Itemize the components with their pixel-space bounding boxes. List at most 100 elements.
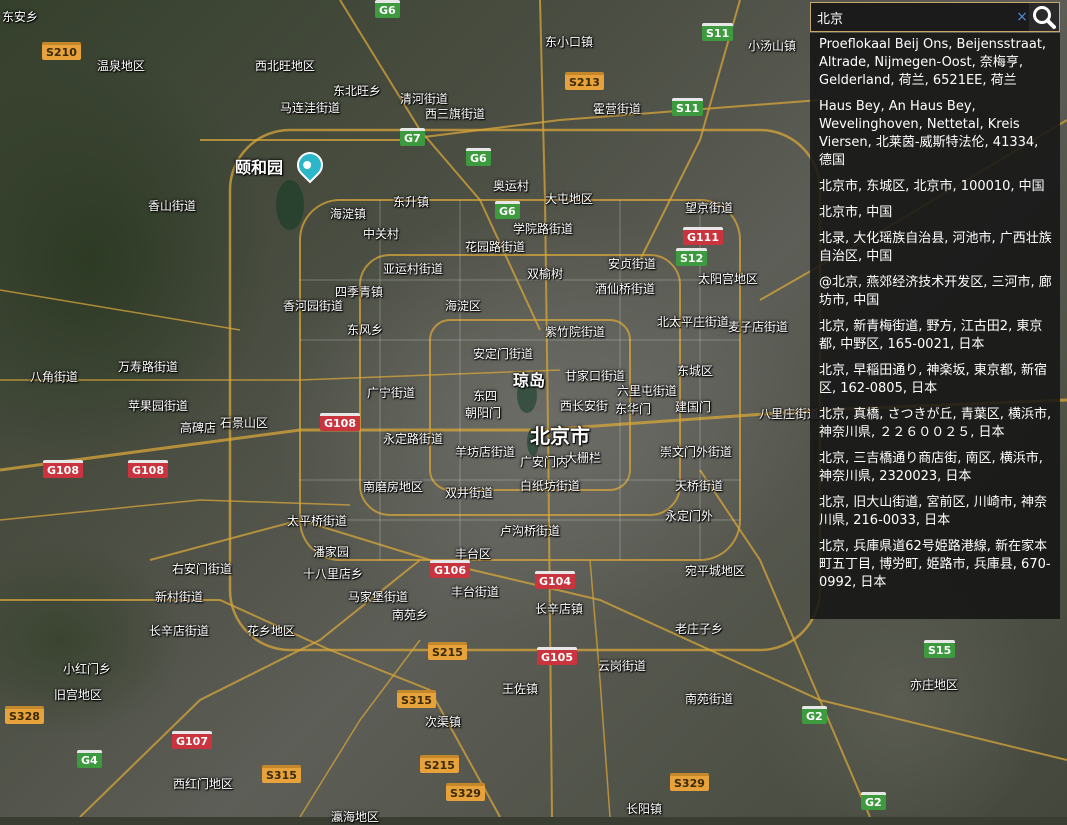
place-label: 羊坊店街道	[455, 445, 516, 459]
search-result-item[interactable]: 北京, 早稲田通り, 神楽坂, 東京都, 新宿区, 162-0805, 日本	[810, 359, 1060, 403]
place-label: 四季青镇	[335, 285, 384, 299]
place-label: 霍营街道	[593, 102, 642, 116]
place-label: 西红门地区	[173, 777, 234, 791]
place-label: 安贞街道	[608, 257, 657, 271]
road-shield: S213	[565, 72, 604, 90]
road-shield: S11	[672, 98, 704, 116]
place-label: 老庄子乡	[675, 622, 724, 636]
road-shield: G107	[172, 731, 212, 749]
road-shield: G6	[495, 201, 520, 219]
search-icon	[1033, 6, 1056, 29]
place-label: 酒仙桥街道	[595, 282, 656, 296]
clear-icon[interactable]: ×	[1015, 9, 1029, 25]
search-result-item[interactable]: 北京, 三吉橋通り商店街, 南区, 横浜市, 神奈川県, 2320023, 日本	[810, 447, 1060, 491]
road-shield: S12	[676, 248, 708, 266]
search-result-item[interactable]: @北京, 燕郊经济技术开发区, 三河市, 廊坊市, 中国	[810, 271, 1060, 315]
search-result-item[interactable]: 北京, 旧大山街道, 宮前区, 川崎市, 神奈川県, 216-0033, 日本	[810, 491, 1060, 535]
search-results-list: Proeflokaal Beij Ons, Beijensstraat, Alt…	[810, 33, 1060, 619]
search-result-item[interactable]: 北京市, 中国	[810, 201, 1060, 227]
place-label: 东四	[473, 389, 498, 403]
place-label: 海淀区	[445, 299, 482, 313]
road-shield: S329	[446, 783, 485, 801]
place-label: 西长安街	[560, 399, 609, 413]
place-label: 紫竹院街道	[545, 325, 606, 339]
place-label: 东小口镇	[545, 35, 594, 49]
search-box: ×	[810, 2, 1060, 32]
road-shield: G108	[128, 460, 168, 478]
road-shield: S315	[262, 765, 301, 783]
place-label: 潘家园	[313, 545, 350, 559]
place-label: 马连洼街道	[280, 101, 341, 115]
place-label: 学院路街道	[513, 222, 574, 236]
place-label: 马家堡街道	[348, 590, 409, 604]
place-label: 亦庄地区	[910, 678, 959, 692]
search-result-item[interactable]: Proeflokaal Beij Ons, Beijensstraat, Alt…	[810, 33, 1060, 95]
place-label: 海淀镇	[330, 207, 367, 221]
place-label: 高碑店	[180, 421, 217, 435]
search-input[interactable]	[813, 5, 1021, 29]
place-label: 小汤山镇	[748, 39, 797, 53]
road-shield: S11	[702, 23, 734, 41]
road-shield: S210	[42, 42, 81, 60]
place-label: 十八里店乡	[303, 567, 364, 581]
place-label: 丰台街道	[451, 585, 500, 599]
search-result-item[interactable]: 北京, 新青梅街道, 野方, 江古田2, 東京都, 中野区, 165-0021,…	[810, 315, 1060, 359]
road-shield: G7	[400, 128, 425, 146]
road-shield: S215	[428, 642, 467, 660]
place-label: 永定门外	[665, 509, 714, 523]
place-label: 甘家口街道	[565, 369, 626, 383]
place-label: 建国门	[675, 400, 712, 414]
poi-label[interactable]: 颐和园	[235, 154, 283, 178]
place-label: 北太平庄街道	[657, 315, 730, 329]
search-result-item[interactable]: 北录, 大化瑶族自治县, 河池市, 广西壮族自治区, 中国	[810, 227, 1060, 271]
place-label: 长辛店街道	[149, 624, 210, 638]
place-label: 东北旺乡	[333, 84, 382, 98]
road-shield: S315	[397, 690, 436, 708]
place-label: 南苑街道	[685, 692, 734, 706]
road-shield: G6	[466, 148, 491, 166]
place-label: 卢沟桥街道	[500, 524, 561, 538]
place-label: 长辛店镇	[535, 602, 584, 616]
place-label: 奥运村	[493, 179, 530, 193]
place-label: 崇文门外街道	[660, 445, 733, 459]
search-result-item[interactable]: 北京, 兵庫県道62号姫路港線, 新在家本町五丁目, 博労町, 姫路市, 兵庫县…	[810, 535, 1060, 597]
search-button[interactable]	[1029, 3, 1059, 31]
place-label: 东城区	[677, 364, 714, 378]
place-label: 天桥街道	[675, 479, 724, 493]
place-label: 香河园街道	[283, 299, 344, 313]
place-label: 花园路街道	[465, 240, 526, 254]
place-label: 南磨房地区	[363, 480, 424, 494]
place-label: 望京街道	[685, 201, 734, 215]
place-label: 石景山区	[220, 416, 269, 430]
place-label: 万寿路街道	[118, 360, 179, 374]
place-label: 西北旺地区	[255, 59, 316, 73]
road-shield: G111	[683, 227, 723, 245]
place-label: 白纸坊街道	[520, 479, 581, 493]
place-label: 宛平城地区	[685, 564, 746, 578]
place-label: 麦子店街道	[728, 320, 789, 334]
place-label: 新村街道	[155, 590, 204, 604]
road-shield: G4	[77, 750, 102, 768]
place-label: 朝阳门	[465, 406, 502, 420]
place-label: 双榆树	[527, 267, 564, 281]
place-label: 苹果园街道	[128, 399, 189, 413]
place-label: 太阳宫地区	[698, 272, 759, 286]
road-shield: S329	[670, 773, 709, 791]
road-shield: G2	[802, 706, 827, 724]
road-shield: G108	[43, 460, 83, 478]
place-label: 中关村	[363, 227, 400, 241]
place-label: 太平桥街道	[287, 514, 348, 528]
city-label: 北京市	[530, 424, 590, 448]
place-label: 花乡地区	[247, 624, 296, 638]
search-result-item[interactable]: Haus Bey, An Haus Bey, Wevelinghoven, Ne…	[810, 95, 1060, 175]
place-label: 香山街道	[148, 199, 197, 213]
place-label: 广安门内	[520, 455, 569, 469]
place-label: 双井街道	[445, 486, 494, 500]
search-result-item[interactable]: 北京市, 东城区, 北京市, 100010, 中国	[810, 175, 1060, 201]
place-label: 南苑乡	[392, 608, 429, 622]
road-shield: G2	[861, 792, 886, 810]
place-label: 永定路街道	[383, 432, 444, 446]
search-result-item[interactable]: 北京, 真橋, さつきが丘, 青葉区, 横浜市, 神奈川県, ２２６００２５, …	[810, 403, 1060, 447]
road-shield: G106	[430, 560, 470, 578]
place-label: 安定门街道	[473, 347, 534, 361]
